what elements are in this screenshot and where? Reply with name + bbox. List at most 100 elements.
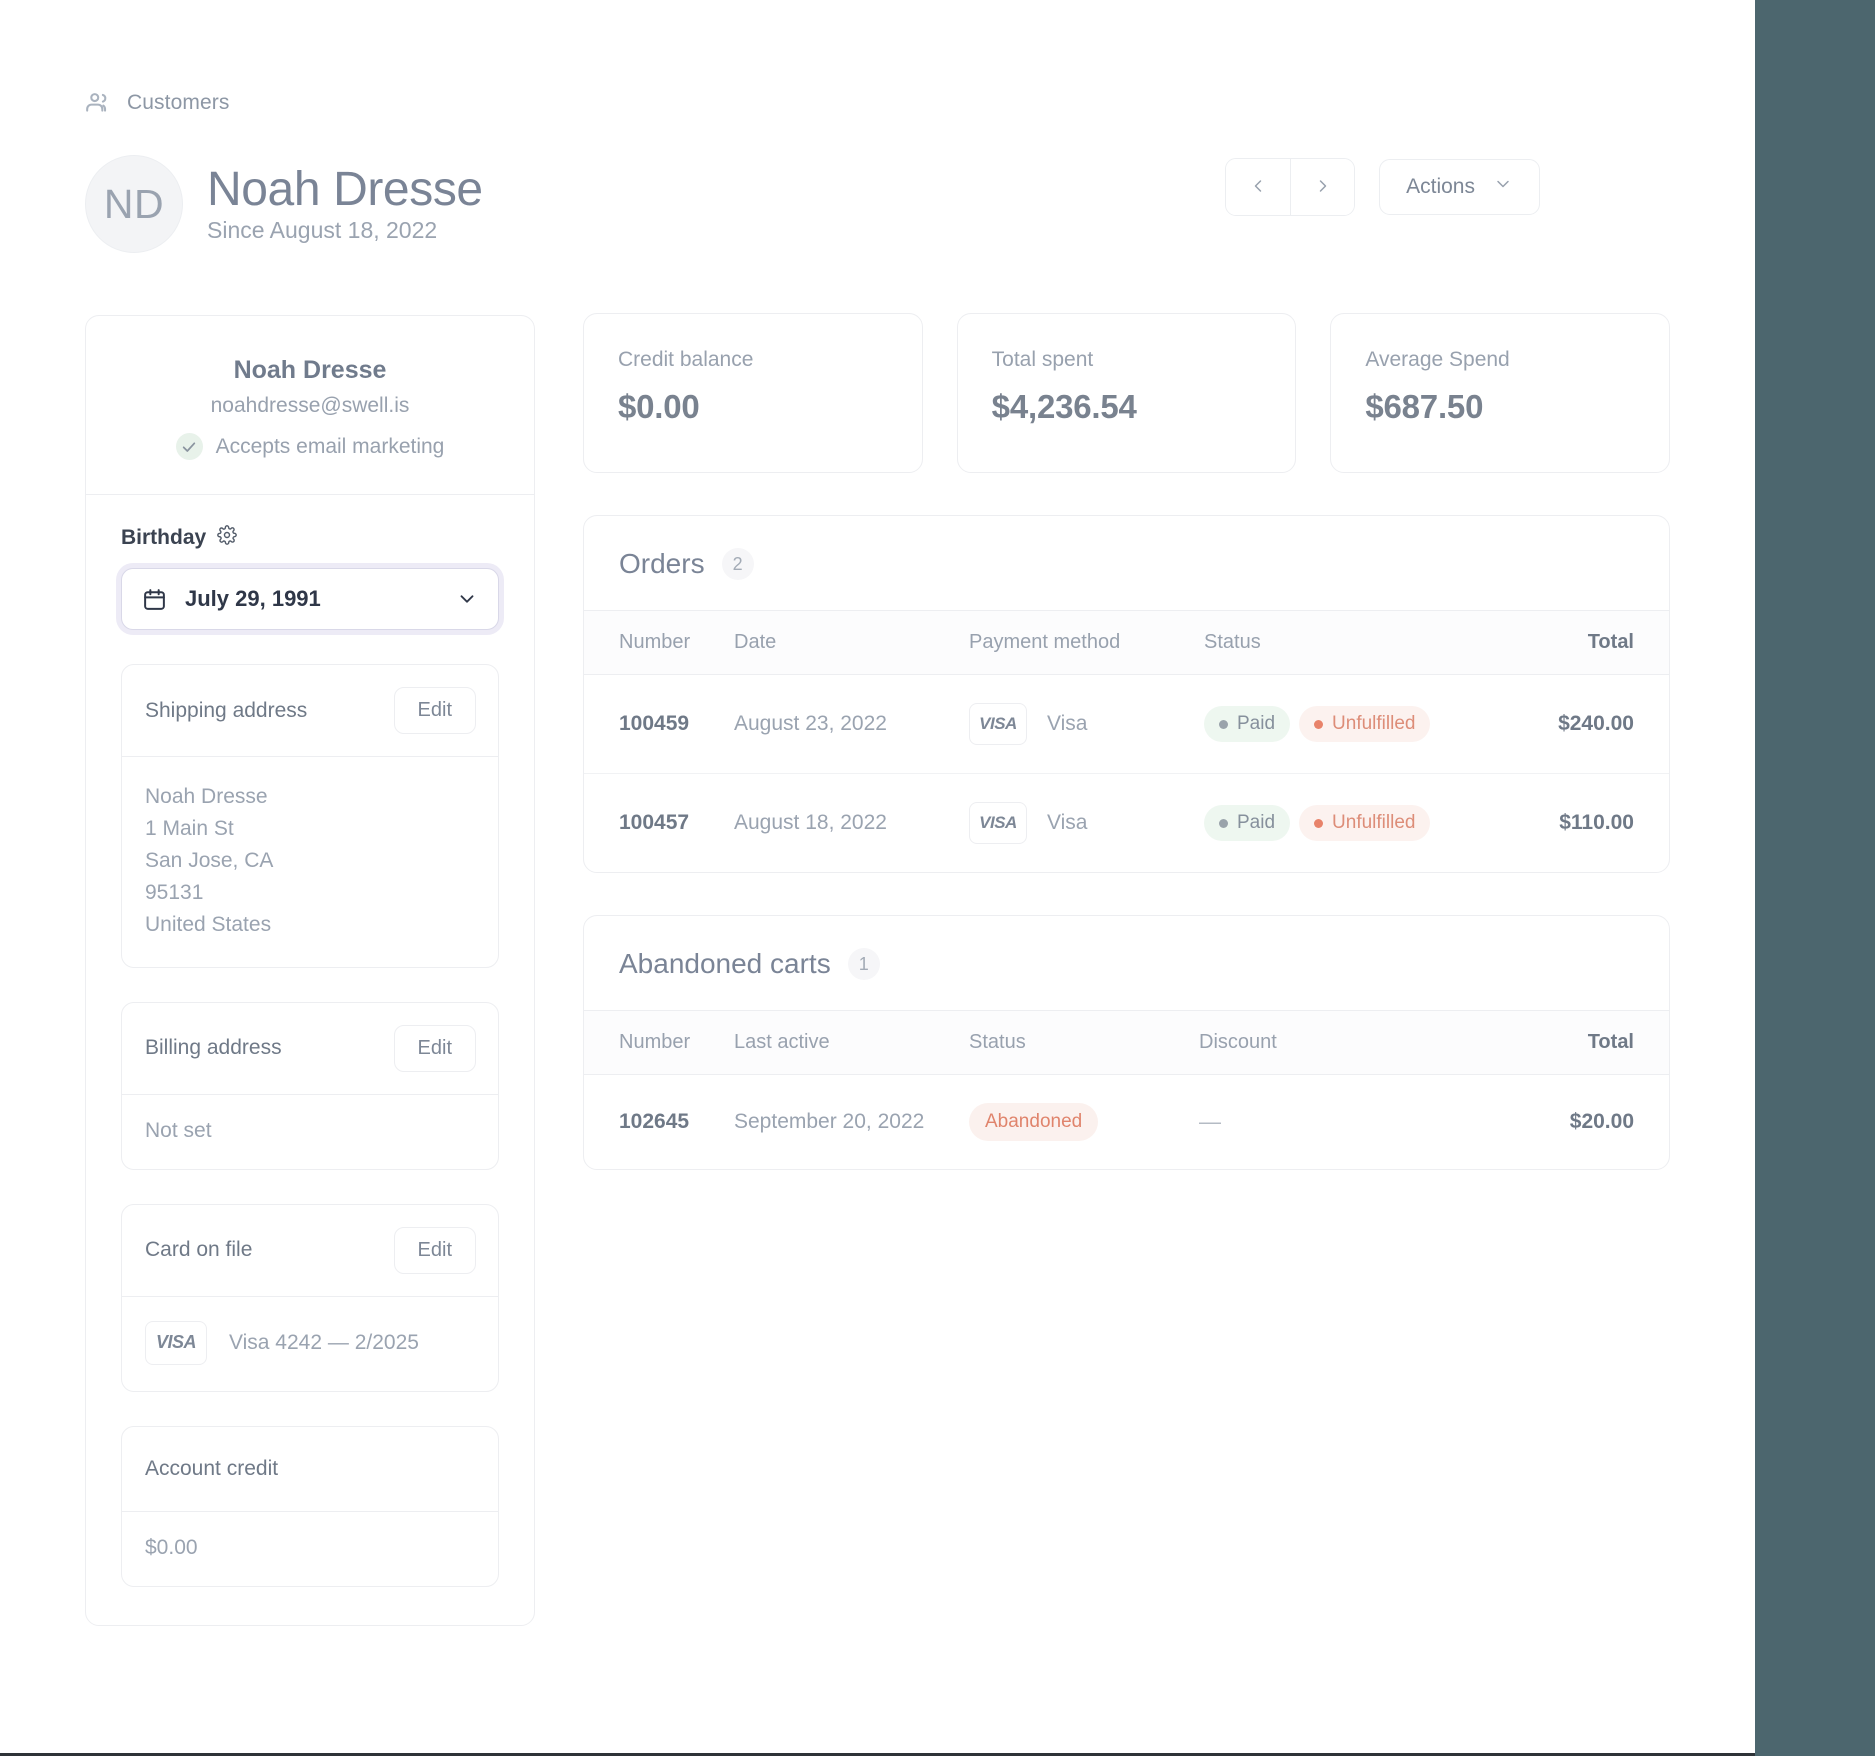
cart-total: $20.00 (1569, 1110, 1634, 1133)
billing-address-value: Not set (145, 1118, 212, 1142)
customer-email[interactable]: noahdresse@swell.is (211, 394, 410, 418)
order-date: August 23, 2022 (734, 674, 969, 774)
column-header-number[interactable]: Number (584, 611, 734, 675)
page-content: Customers ND Noah Dresse Since August 18… (0, 0, 1755, 1753)
order-number: 100457 (619, 811, 690, 834)
customer-sidebar-card: Noah Dresse noahdresse@swell.is Accepts … (85, 315, 535, 1626)
next-record-button[interactable] (1290, 159, 1355, 215)
status-badge-label: Unfulfilled (1332, 812, 1416, 833)
order-number: 100459 (584, 674, 734, 774)
header-actions: Actions (1225, 158, 1540, 216)
status-badge-label: Paid (1237, 713, 1276, 734)
billing-address-header: Billing address Edit (122, 1003, 498, 1094)
order-payment-method: VISA Visa (969, 774, 1204, 873)
column-header-date[interactable]: Date (734, 611, 969, 675)
cart-discount: — (1199, 1109, 1221, 1134)
card-on-file-value: Visa 4242 — 2/2025 (229, 1330, 419, 1354)
app-window: Customers ND Noah Dresse Since August 18… (0, 0, 1875, 1756)
billing-address-body: Not set (122, 1093, 498, 1169)
status-badge-paid: Paid (1204, 706, 1291, 742)
birthday-value: July 29, 1991 (185, 586, 321, 611)
orders-table: Number Date Payment method Status Total … (584, 610, 1669, 872)
visa-logo-text: VISA (155, 1332, 197, 1353)
status-badge-abandoned: Abandoned (969, 1103, 1099, 1141)
customer-name: Noah Dresse (233, 356, 387, 384)
address-line: Noah Dresse (145, 785, 268, 808)
gear-icon[interactable] (217, 525, 237, 551)
order-payment-method: VISA Visa (969, 674, 1204, 774)
account-credit-title: Account credit (145, 1456, 279, 1480)
status-badge-fulfillment: Unfulfilled (1299, 706, 1431, 742)
column-header-discount[interactable]: Discount (1199, 1011, 1434, 1075)
page-subtitle: Since August 18, 2022 (207, 217, 438, 244)
breadcrumb[interactable]: Customers (85, 90, 229, 116)
table-row[interactable]: 102645 September 20, 2022 Abandoned — $2… (584, 1075, 1669, 1170)
actions-button-label: Actions (1406, 175, 1475, 198)
page-title: Noah Dresse (207, 162, 483, 216)
stat-card-credit-balance: Credit balance $0.00 (583, 313, 923, 473)
actions-button[interactable]: Actions (1379, 159, 1540, 215)
address-line: San Jose, CA (145, 848, 274, 872)
cart-last-active: September 20, 2022 (734, 1110, 925, 1133)
stat-label: Total spent (991, 348, 1094, 371)
column-header-status[interactable]: Status (1204, 611, 1494, 675)
account-credit-header: Account credit (122, 1427, 498, 1511)
status-dot-icon (1314, 719, 1324, 729)
card-on-file-section: Card on file Edit VISA Visa 4242 — 2/202… (121, 1203, 499, 1392)
visa-logo-text: VISA (979, 813, 1017, 832)
orders-header: Orders 2 (584, 516, 1669, 610)
column-header-number[interactable]: Number (584, 1011, 734, 1075)
record-pager (1225, 158, 1356, 216)
abandoned-carts-table-header-row: Number Last active Status Discount Total (584, 1010, 1669, 1075)
stat-value: $687.50 (1365, 388, 1484, 425)
email-marketing-label: Accepts email marketing (215, 434, 445, 458)
column-header-last-active[interactable]: Last active (734, 1011, 969, 1075)
orders-count-badge: 2 (721, 548, 754, 580)
card-on-file-body: VISA Visa 4242 — 2/2025 (122, 1295, 498, 1391)
birthday-date-select[interactable]: July 29, 1991 (121, 568, 499, 630)
abandoned-carts-title: Abandoned carts (619, 948, 831, 979)
column-header-status[interactable]: Status (969, 1011, 1199, 1075)
status-badge-paid: Paid (1204, 805, 1291, 841)
order-total: $110.00 (1559, 811, 1634, 834)
table-row[interactable]: 100457 August 18, 2022 VISA Visa Paid Un… (584, 774, 1669, 873)
address-line: 1 Main St (145, 816, 234, 840)
abandoned-carts-header: Abandoned carts 1 (584, 916, 1669, 1010)
abandoned-carts-table: Number Last active Status Discount Total… (584, 1010, 1669, 1169)
stat-card-total-spent: Total spent $4,236.54 (956, 313, 1297, 473)
calendar-icon (142, 587, 167, 612)
prev-record-button[interactable] (1226, 159, 1291, 215)
status-dot-icon (1219, 719, 1228, 729)
column-header-total[interactable]: Total (1494, 611, 1669, 675)
edit-billing-address-button[interactable]: Edit (393, 1024, 476, 1072)
chevron-down-icon (1493, 174, 1513, 200)
cart-status: Abandoned (969, 1075, 1199, 1170)
customer-details: Birthday July 29, 1991 Shipping address … (86, 495, 534, 1625)
column-header-total[interactable]: Total (1434, 1011, 1669, 1075)
stat-label: Credit balance (618, 348, 754, 371)
visa-logo-icon: VISA (145, 1320, 207, 1365)
order-status: Paid Unfulfilled (1204, 674, 1494, 774)
cart-number: 102645 (619, 1110, 690, 1133)
avatar: ND (85, 155, 183, 253)
billing-address-section: Billing address Edit Not set (121, 1001, 499, 1170)
customer-summary: Noah Dresse noahdresse@swell.is Accepts … (86, 316, 534, 495)
table-row[interactable]: 100459 August 23, 2022 VISA Visa Paid Un… (584, 674, 1669, 774)
stat-cards: Credit balance $0.00 Total spent $4,236.… (583, 313, 1671, 473)
edit-card-on-file-button[interactable]: Edit (393, 1226, 476, 1274)
birthday-label-row: Birthday (121, 525, 499, 551)
card-on-file-title: Card on file (145, 1238, 253, 1262)
visa-logo-text: VISA (979, 714, 1017, 733)
account-credit-section: Account credit $0.00 (121, 1425, 499, 1587)
birthday-label: Birthday (121, 526, 207, 549)
order-status: Paid Unfulfilled (1204, 774, 1494, 873)
shipping-address-section: Shipping address Edit Noah Dresse 1 Main… (121, 664, 499, 968)
edit-shipping-address-button[interactable]: Edit (393, 687, 476, 734)
status-badge-label: Paid (1237, 812, 1276, 833)
main-column: Credit balance $0.00 Total spent $4,236.… (583, 313, 1671, 1170)
payment-method-name: Visa (1047, 712, 1088, 735)
column-header-payment[interactable]: Payment method (969, 611, 1204, 675)
stat-label: Average Spend (1365, 348, 1510, 371)
shipping-address-body: Noah Dresse 1 Main St San Jose, CA 95131… (122, 756, 498, 967)
status-dot-icon (1314, 818, 1324, 828)
